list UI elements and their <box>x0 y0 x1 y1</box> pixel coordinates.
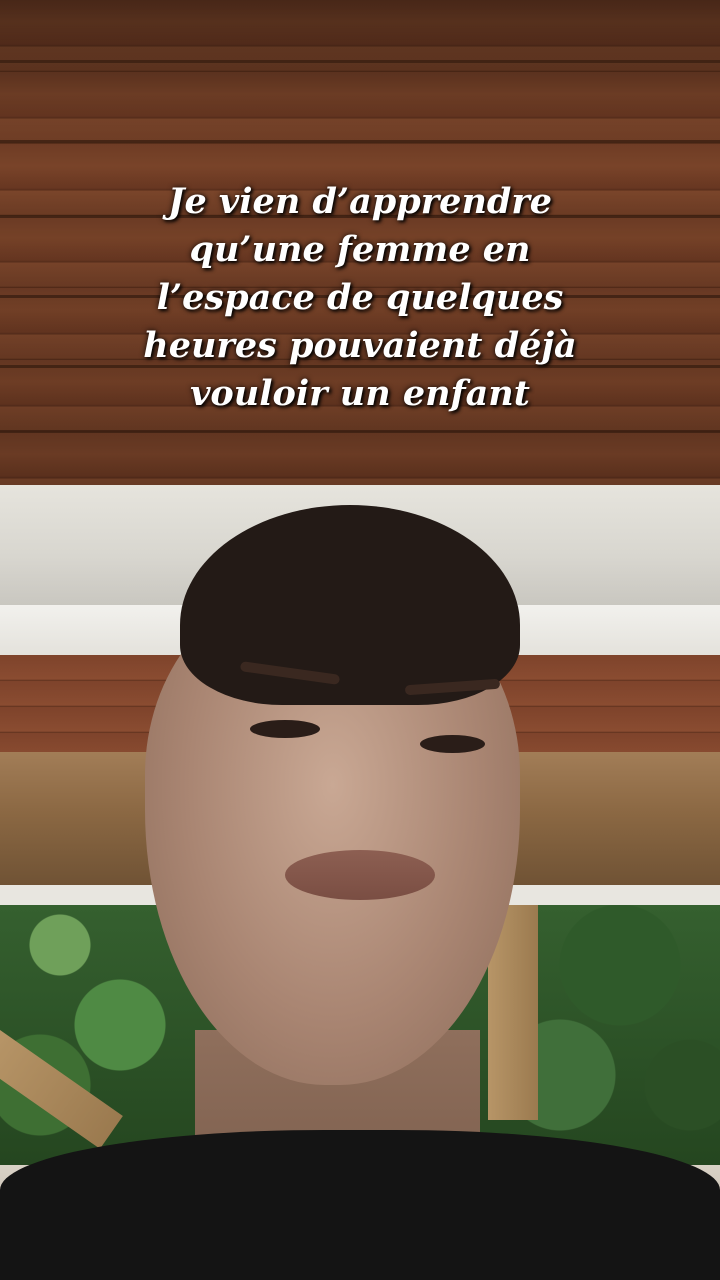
caption-line: l’espace de quelques <box>156 277 564 318</box>
caption-line: Je vien d’apprendre <box>167 181 553 222</box>
left-eye <box>250 720 320 738</box>
person-mouth <box>285 850 435 900</box>
video-frame: Je vien d’apprendre qu’une femme en l’es… <box>0 0 720 1280</box>
right-eye <box>420 735 485 753</box>
caption-line: vouloir un enfant <box>190 373 530 414</box>
caption-line: heures pouvaient déjà <box>143 325 577 366</box>
person-shirt <box>0 1130 720 1280</box>
caption-line: qu’une femme en <box>189 229 531 270</box>
caption-overlay: Je vien d’apprendre qu’une femme en l’es… <box>60 178 660 418</box>
